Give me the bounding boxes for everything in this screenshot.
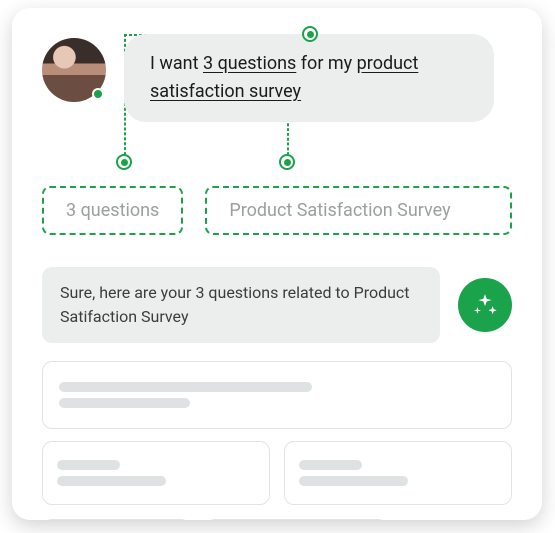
result-pair-row [42,441,512,505]
skeleton-line [299,460,362,470]
ai-row: Sure, here are your 3 questions related … [42,267,512,343]
footer-button-row: + Add Questions Explore More Options [42,519,512,520]
skeleton-line [57,476,166,486]
skeleton-line [59,382,312,392]
chip-topic[interactable]: Product Satisfaction Survey [205,186,512,235]
connector-node-top [302,26,318,42]
chip-topic-label: Product Satisfaction Survey [229,200,450,221]
skeleton-line [59,398,190,408]
user-message-text-pre: I want [150,53,203,74]
ai-message-text: Sure, here are your 3 questions related … [60,283,410,326]
chip-quantity-label: 3 questions [66,200,159,221]
skeleton-line [299,476,408,486]
avatar-wrap [42,38,106,102]
sparkle-icon [472,292,498,318]
user-message-qty: 3 questions [203,53,296,74]
user-message-text-mid: for my [296,53,356,74]
extracted-chips-row: 3 questions Product Satisfaction Survey [42,186,512,235]
explore-options-button[interactable]: Explore More Options [205,519,388,520]
result-option-card[interactable] [42,441,270,505]
skeleton-line [57,460,120,470]
user-row: I want 3 questions for my product satisf… [42,30,512,122]
user-message-bubble: I want 3 questions for my product satisf… [124,34,494,122]
chip-quantity[interactable]: 3 questions [42,186,183,235]
connector-node-chip-b [279,154,295,170]
result-card [42,361,512,429]
presence-dot [92,88,104,100]
result-option-card[interactable] [284,441,512,505]
connector-node-chip-a [116,154,132,170]
ai-avatar-badge [458,278,512,332]
add-questions-button[interactable]: + Add Questions [42,519,191,520]
ai-message-bubble: Sure, here are your 3 questions related … [42,267,440,343]
chat-card: I want 3 questions for my product satisf… [12,8,542,520]
